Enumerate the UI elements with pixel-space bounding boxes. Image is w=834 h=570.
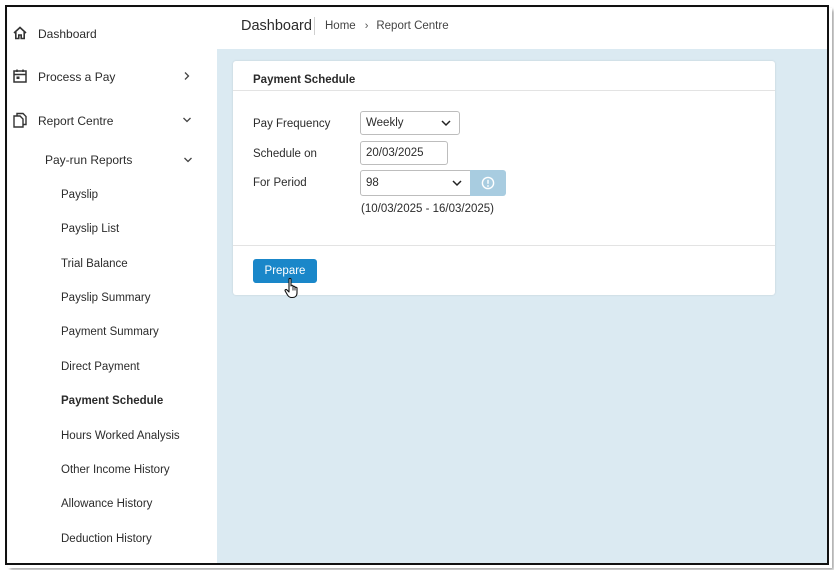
sidebar-item-label: Trial Balance bbox=[61, 258, 128, 270]
sidebar-item-label: Process a Pay bbox=[38, 70, 116, 84]
sidebar: Dashboard Process a Pay Report Centre Pa… bbox=[7, 7, 217, 563]
card-footer-divider bbox=[233, 245, 775, 246]
sidebar-item-deduction-history[interactable]: Deduction History bbox=[61, 526, 211, 552]
info-circle-icon bbox=[481, 176, 495, 190]
breadcrumb-separator-icon: › bbox=[364, 20, 369, 32]
period-date-range: (10/03/2025 - 16/03/2025) bbox=[361, 203, 494, 215]
sidebar-item-payment-summary[interactable]: Payment Summary bbox=[61, 319, 211, 345]
card-title: Payment Schedule bbox=[253, 74, 356, 86]
for-period-label: For Period bbox=[253, 177, 307, 189]
sidebar-item-hours-worked-analysis[interactable]: Hours Worked Analysis bbox=[61, 423, 211, 449]
sidebar-item-report-centre[interactable]: Report Centre bbox=[7, 103, 217, 139]
sidebar-item-payment-schedule[interactable]: Payment Schedule bbox=[61, 388, 211, 414]
chevron-down-icon bbox=[452, 180, 462, 187]
sidebar-item-trial-balance[interactable]: Trial Balance bbox=[61, 251, 211, 277]
chevron-down-icon bbox=[184, 157, 192, 163]
sidebar-item-label: Direct Payment bbox=[61, 361, 140, 373]
copy-documents-icon bbox=[13, 112, 27, 128]
hand-pointer-cursor-icon bbox=[284, 277, 298, 299]
schedule-on-date-input[interactable]: 20/03/2025 bbox=[360, 141, 448, 165]
sidebar-item-label: Payslip Summary bbox=[61, 292, 151, 304]
sidebar-item-label: Payslip List bbox=[61, 223, 120, 235]
chevron-down-icon bbox=[183, 117, 191, 123]
for-period-value: 98 bbox=[366, 177, 379, 189]
sidebar-item-label: Dashboard bbox=[38, 27, 97, 41]
sidebar-item-label: Deduction History bbox=[61, 533, 152, 545]
breadcrumb: Home › Report Centre bbox=[325, 20, 449, 32]
sidebar-item-allowance-history[interactable]: Allowance History bbox=[61, 491, 211, 517]
period-info-button[interactable] bbox=[470, 170, 506, 196]
pay-frequency-select[interactable]: Weekly bbox=[360, 111, 460, 135]
pay-frequency-label: Pay Frequency bbox=[253, 118, 331, 130]
sidebar-item-label: Payment Schedule bbox=[61, 395, 164, 407]
sidebar-item-other-income-history[interactable]: Other Income History bbox=[61, 457, 211, 483]
sidebar-item-process-a-pay[interactable]: Process a Pay bbox=[7, 59, 217, 95]
sidebar-item-label: Payment Summary bbox=[61, 326, 159, 338]
sidebar-item-payslip[interactable]: Payslip bbox=[61, 182, 211, 208]
card-header-divider bbox=[233, 90, 775, 91]
sidebar-item-payslip-summary[interactable]: Payslip Summary bbox=[61, 285, 211, 311]
schedule-on-label: Schedule on bbox=[253, 148, 317, 160]
sidebar-item-label: Hours Worked Analysis bbox=[61, 430, 180, 442]
sidebar-item-direct-payment[interactable]: Direct Payment bbox=[61, 354, 211, 380]
sidebar-item-label: Payslip bbox=[61, 189, 99, 201]
chevron-right-icon bbox=[184, 72, 190, 80]
top-header: Dashboard Home › Report Centre bbox=[217, 7, 827, 49]
main-content: Payment Schedule Pay Frequency Weekly Sc… bbox=[217, 49, 827, 563]
payment-schedule-card: Payment Schedule Pay Frequency Weekly Sc… bbox=[233, 61, 775, 299]
home-icon bbox=[13, 26, 27, 40]
for-period-select[interactable]: 98 bbox=[360, 170, 471, 196]
sidebar-submenu-label: Pay-run Reports bbox=[45, 153, 133, 167]
app-window: Dashboard Process a Pay Report Centre Pa… bbox=[5, 5, 829, 565]
page-title: Dashboard bbox=[241, 18, 312, 34]
sidebar-item-dashboard[interactable]: Dashboard bbox=[7, 16, 217, 52]
breadcrumb-home-link[interactable]: Home bbox=[325, 20, 356, 32]
breadcrumb-current: Report Centre bbox=[376, 20, 449, 32]
header-divider bbox=[314, 17, 315, 35]
sidebar-submenu-pay-run-reports[interactable]: Pay-run Reports bbox=[45, 146, 205, 174]
sidebar-item-label: Report Centre bbox=[38, 114, 114, 128]
sidebar-item-label: Other Income History bbox=[61, 464, 170, 476]
chevron-down-icon bbox=[441, 120, 451, 127]
sidebar-item-payslip-list[interactable]: Payslip List bbox=[61, 216, 211, 242]
pay-frequency-value: Weekly bbox=[366, 117, 404, 129]
calendar-icon bbox=[13, 69, 27, 83]
sidebar-item-label: Allowance History bbox=[61, 498, 153, 510]
